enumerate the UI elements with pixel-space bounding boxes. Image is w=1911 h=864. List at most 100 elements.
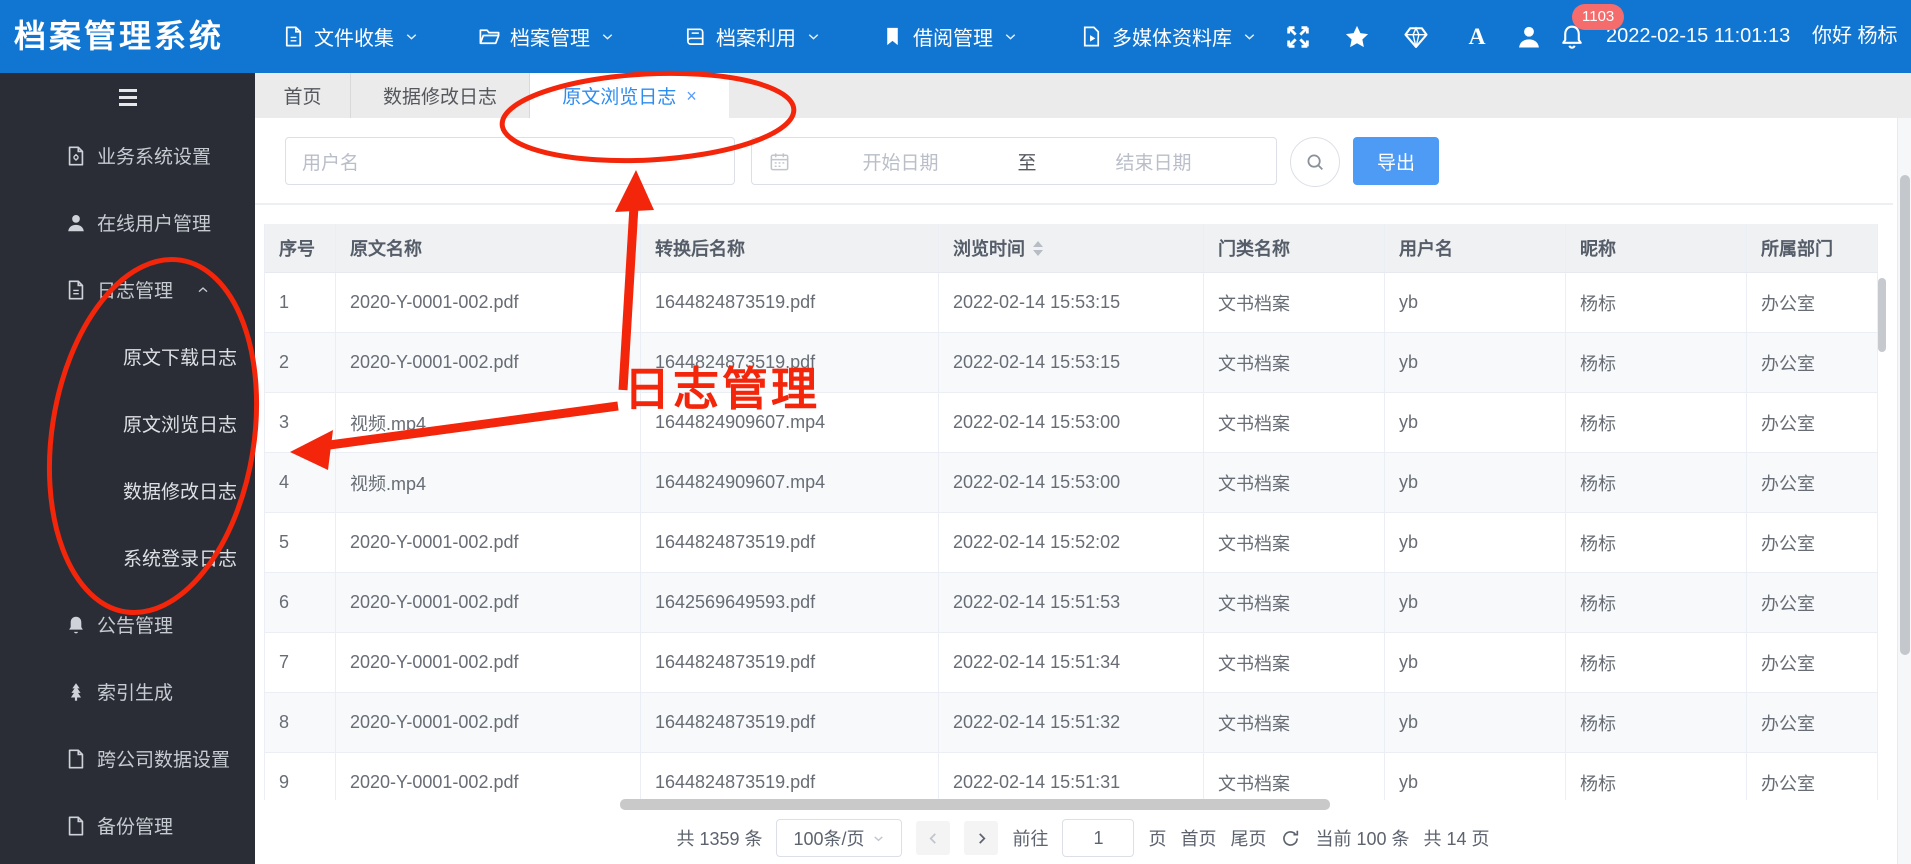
cell-原文名称: 视频.mp4: [336, 453, 641, 512]
close-icon[interactable]: ×: [686, 87, 697, 105]
cell-昵称: 杨标: [1566, 393, 1747, 452]
sidebar-item-业务系统设置[interactable]: 业务系统设置: [0, 122, 255, 189]
expand-icon[interactable]: [1284, 23, 1312, 51]
settings-doc-icon: [65, 145, 87, 167]
nav-item-label: 档案管理: [510, 28, 590, 50]
cell-浏览时间: 2022-02-14 15:51:34: [939, 633, 1204, 692]
table-vertical-scrollbar[interactable]: [1878, 278, 1886, 352]
tab-bar: 首页 数据修改日志 原文浏览日志 ×: [255, 73, 1911, 118]
column-header-用户名: 用户名: [1385, 224, 1566, 272]
table-row: 3 视频.mp4 1644824909607.mp4 2022-02-14 15:53…: [265, 393, 1878, 453]
sidebar-item-原文下载日志[interactable]: 原文下载日志: [0, 323, 255, 390]
current-count: 当前 100 条: [1315, 829, 1410, 849]
cell-门类名称: 文书档案: [1204, 633, 1385, 692]
page-scrollbar-thumb[interactable]: [1900, 175, 1910, 655]
cell-转换后名称: 1644824873519.pdf: [641, 333, 939, 392]
sidebar-item-日志管理[interactable]: 日志管理: [0, 256, 255, 323]
page-scrollbar-track[interactable]: [1897, 73, 1911, 864]
cell-浏览时间: 2022-02-14 15:53:00: [939, 393, 1204, 452]
book-icon: [684, 25, 707, 48]
column-header-转换后名称: 转换后名称: [641, 224, 939, 272]
sidebar-item-索引生成[interactable]: 索引生成: [0, 658, 255, 725]
section-divider: [255, 203, 1893, 205]
chevron-down-icon: [403, 28, 420, 45]
sidebar-item-系统登录日志[interactable]: 系统登录日志: [0, 524, 255, 591]
column-header-label: 原文名称: [350, 239, 422, 259]
nav-item-1[interactable]: 文件收集: [282, 0, 420, 73]
table-row: 7 2020-Y-0001-002.pdf 1644824873519.pdf 202…: [265, 633, 1878, 693]
export-button[interactable]: 导出: [1353, 137, 1439, 185]
start-date-placeholder[interactable]: 开始日期: [794, 148, 1007, 175]
gem-icon[interactable]: [1402, 23, 1430, 51]
sidebar: 业务系统设置在线用户管理日志管理原文下载日志 原文浏览日志数据修改日志系统登录日志…: [0, 73, 255, 864]
table-horizontal-scrollbar[interactable]: [620, 799, 1330, 810]
date-separator: 至: [1017, 152, 1037, 174]
cell-昵称: 杨标: [1566, 333, 1747, 392]
chevron-down-icon: [1002, 28, 1019, 45]
nav-item-label: 多媒体资料库: [1112, 28, 1232, 50]
font-size-icon[interactable]: A: [1463, 23, 1491, 51]
cell-所属部门: 办公室: [1747, 393, 1878, 452]
table-row: 4 视频.mp4 1644824909607.mp4 2022-02-14 15:53…: [265, 453, 1878, 513]
cell-昵称: 杨标: [1566, 633, 1747, 692]
tab-label: 数据修改日志: [382, 87, 497, 108]
nav-item-2[interactable]: 档案管理: [478, 0, 616, 73]
first-page-link[interactable]: 首页: [1180, 825, 1216, 851]
nav-item-4[interactable]: 借阅管理: [881, 0, 1019, 73]
cell-转换后名称: 1644824873519.pdf: [641, 753, 939, 800]
chevron-right-icon: [973, 830, 990, 847]
sidebar-item-跨公司数据设置[interactable]: 跨公司数据设置: [0, 725, 255, 792]
collapse-menu-button[interactable]: [0, 73, 255, 122]
plain-doc-icon: [65, 748, 87, 770]
index-tree-icon: [65, 681, 87, 703]
end-date-placeholder[interactable]: 结束日期: [1047, 148, 1260, 175]
refresh-icon[interactable]: [1280, 828, 1301, 849]
user-icon[interactable]: [1515, 23, 1543, 51]
cell-转换后名称: 1644824873519.pdf: [641, 633, 939, 692]
cell-序号: 8: [265, 693, 336, 752]
cell-转换后名称: 1644824873519.pdf: [641, 513, 939, 572]
page-number-input[interactable]: 1: [1062, 819, 1135, 857]
star-icon[interactable]: [1343, 23, 1371, 51]
total-pages: 共 14 页: [1423, 829, 1490, 849]
username-input[interactable]: 用户名: [285, 137, 735, 185]
sidebar-item-备份管理[interactable]: 备份管理: [0, 792, 255, 859]
sidebar-item-在线用户管理[interactable]: 在线用户管理: [0, 189, 255, 256]
cell-原文名称: 2020-Y-0001-002.pdf: [336, 273, 641, 332]
date-range-picker[interactable]: 开始日期 至 结束日期: [751, 137, 1277, 185]
cell-所属部门: 办公室: [1747, 573, 1878, 632]
cell-序号: 4: [265, 453, 336, 512]
pagination-bar: 共 1359 条 100条/页 前往 1 页 首页 尾页 当前 100 条 共 …: [255, 812, 1911, 864]
next-page-button[interactable]: [964, 821, 999, 855]
page-size-select[interactable]: 100条/页: [776, 819, 903, 857]
sidebar-item-label: 日志管理: [97, 281, 174, 302]
nav-item-5[interactable]: 多媒体资料库: [1080, 0, 1258, 73]
cell-浏览时间: 2022-02-14 15:51:31: [939, 753, 1204, 800]
cell-浏览时间: 2022-02-14 15:52:02: [939, 513, 1204, 572]
sidebar-item-label: 业务系统设置: [97, 147, 212, 168]
sidebar-item-数据修改日志[interactable]: 数据修改日志: [0, 457, 255, 524]
cell-原文名称: 2020-Y-0001-002.pdf: [336, 633, 641, 692]
sidebar-item-公告管理[interactable]: 公告管理: [0, 591, 255, 658]
sidebar-item-label: 跨公司数据设置: [97, 750, 231, 771]
sidebar-item-原文浏览日志[interactable]: 原文浏览日志: [0, 390, 255, 457]
online-user-icon: [65, 212, 87, 234]
last-page-link[interactable]: 尾页: [1230, 825, 1266, 851]
table-row: 6 2020-Y-0001-002.pdf 1642569649593.pdf 202…: [265, 573, 1878, 633]
cell-序号: 1: [265, 273, 336, 332]
tab-数据修改日志[interactable]: 数据修改日志: [351, 73, 530, 118]
column-header-原文名称: 原文名称: [336, 224, 641, 272]
cell-所属部门: 办公室: [1747, 753, 1878, 800]
prev-page-button[interactable]: [916, 821, 951, 855]
calendar-icon: [768, 150, 791, 173]
tab-原文浏览日志[interactable]: 原文浏览日志 ×: [530, 73, 729, 118]
sidebar-item-label: 数据修改日志: [122, 482, 237, 503]
media-file-icon: [1080, 25, 1103, 48]
cell-所属部门: 办公室: [1747, 633, 1878, 692]
search-button[interactable]: [1290, 137, 1340, 187]
column-header-浏览时间[interactable]: 浏览时间: [939, 224, 1204, 272]
tab-首页[interactable]: 首页: [255, 73, 351, 118]
page-size-value: 100条/页: [793, 829, 865, 849]
sort-icon[interactable]: [1033, 240, 1043, 256]
nav-item-3[interactable]: 档案利用: [684, 0, 822, 73]
